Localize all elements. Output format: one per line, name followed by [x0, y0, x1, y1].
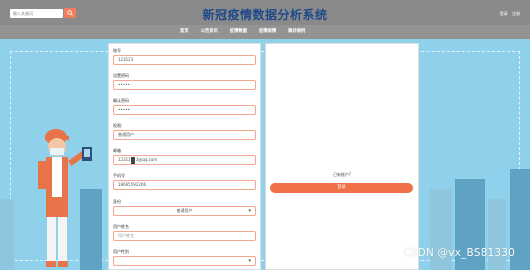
identity-label: 身份 — [113, 199, 121, 204]
role-label: 权限: — [113, 123, 123, 128]
gender-label: 用户性别 — [113, 249, 129, 254]
account-label: 账号 — [113, 48, 121, 53]
nav-item-epidemic-cases[interactable]: 疫情病情 — [259, 28, 276, 34]
nav-item-home[interactable]: 首页 — [180, 28, 189, 34]
register-form: 账号 123123 设置密码 ••••• 确认密码 ••••• 权限: 普通用户… — [108, 43, 261, 270]
confirm-password-label: 确认密码 — [113, 98, 129, 103]
register-link[interactable]: 注册 — [512, 11, 520, 16]
phone-label: 手机号 — [113, 173, 125, 178]
building-shape — [488, 199, 506, 270]
login-link[interactable]: 登录 — [500, 11, 508, 16]
role-input[interactable]: 普通用户 — [113, 130, 256, 140]
text-cursor — [131, 156, 136, 164]
nav-item-epidemic-data[interactable]: 疫情数据 — [230, 28, 247, 34]
login-panel: 已有账户? 登录 — [265, 43, 419, 270]
watermark-text: CSDN @vx_BS81330 — [403, 247, 515, 259]
account-input[interactable]: 123123 — [113, 55, 256, 65]
identity-select[interactable]: 普通用户 ▾ — [113, 206, 256, 216]
building-shape — [0, 199, 14, 270]
identity-select-value: 普通用户 — [176, 208, 193, 213]
username-input[interactable]: 用户姓名 — [113, 231, 256, 241]
nav-item-confirmed[interactable]: 确诊病例 — [288, 28, 305, 34]
chevron-down-icon: ▾ — [248, 258, 251, 264]
email-input[interactable]: 12312 3@qq.com — [113, 155, 256, 165]
login-button[interactable]: 登录 — [270, 183, 413, 193]
main-nav: 首页 公告资讯 疫情数据 疫情病情 确诊病例 — [0, 25, 530, 39]
site-title: 新冠疫情数据分析系统 — [202, 8, 328, 22]
nav-item-news[interactable]: 公告资讯 — [201, 28, 218, 34]
password-input[interactable]: ••••• — [113, 80, 256, 90]
have-account-text: 已有账户? — [332, 172, 352, 177]
email-label: 邮箱 — [113, 148, 121, 153]
chevron-down-icon: ▾ — [248, 208, 251, 214]
phone-input[interactable]: 18665592206 — [113, 180, 256, 190]
top-bar: 输入关键词 新冠疫情数据分析系统 登录 注册 — [0, 0, 530, 25]
health-worker-illustration — [38, 129, 92, 267]
gender-select[interactable]: ▾ — [113, 256, 256, 266]
email-value-start: 12312 — [118, 157, 131, 162]
password-label: 设置密码 — [113, 73, 129, 78]
email-value-end: 3@qq.com — [135, 157, 158, 162]
username-label: 用户姓名 — [113, 224, 129, 229]
auth-links: 登录 注册 — [497, 11, 520, 17]
confirm-password-input[interactable]: ••••• — [113, 105, 256, 115]
